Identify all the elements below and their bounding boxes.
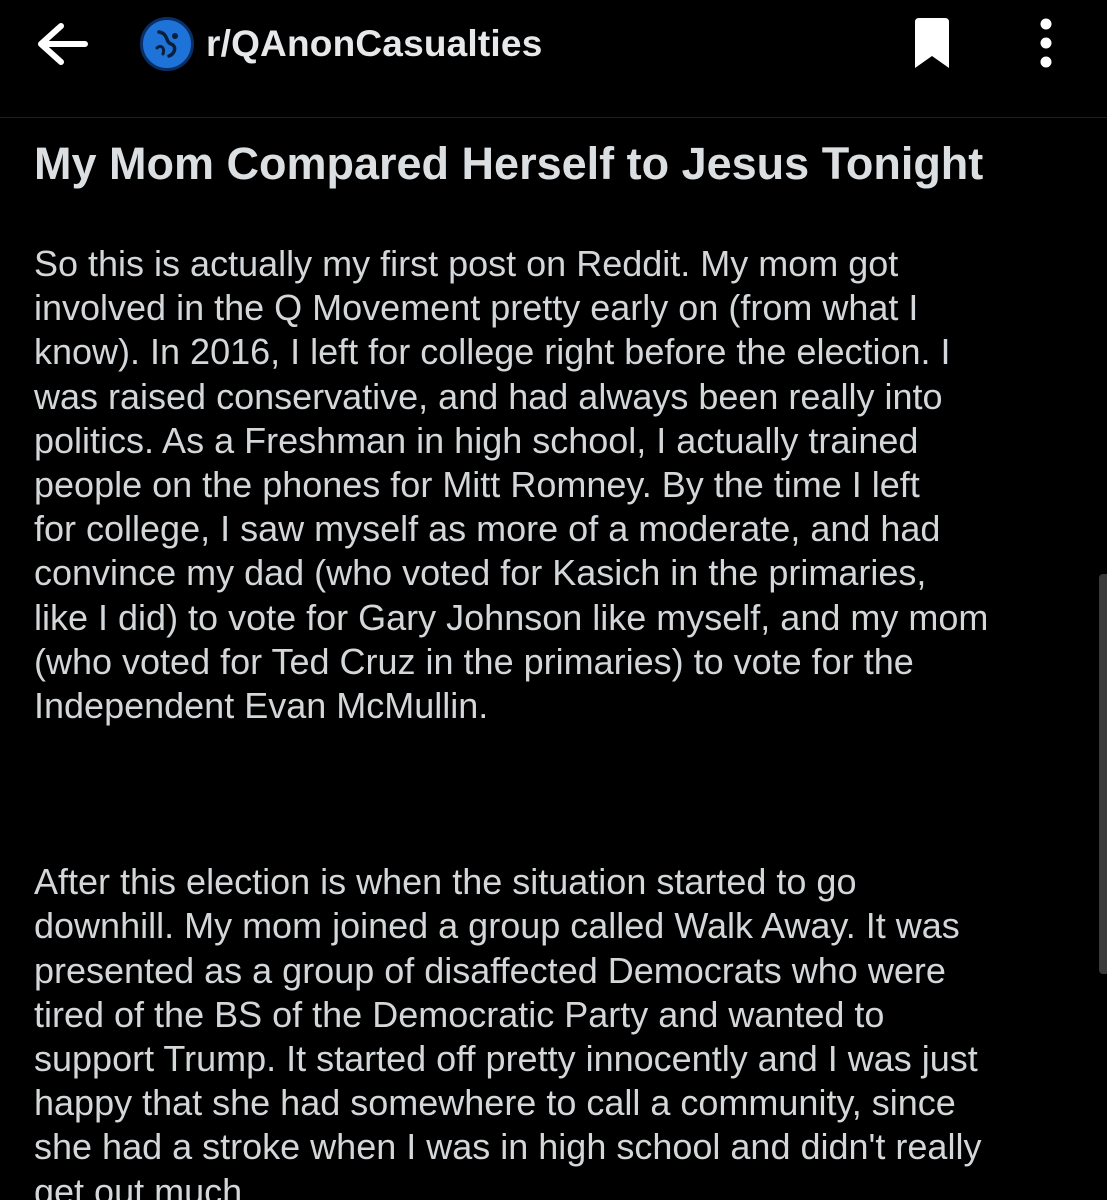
body-line: Independent Evan McMullin. [34,685,489,727]
more-options-button[interactable] [1016,10,1076,76]
post-paragraph-1: So this is actually my first post on Red… [34,242,1084,728]
subreddit-link[interactable]: r/QAnonCasualties [140,16,542,72]
body-line: downhill. My mom joined a group called W… [34,905,960,947]
body-line: know). In 2016, I left for college right… [34,331,951,373]
scrollbar-thumb[interactable] [1099,574,1107,974]
body-line: get out much. [34,1170,253,1200]
body-line: people on the phones for Mitt Romney. By… [34,464,920,506]
top-app-bar: r/QAnonCasualties [0,0,1107,118]
subreddit-name: r/QAnonCasualties [206,23,543,64]
body-line: tired of the BS of the Democratic Party … [34,993,885,1035]
bookmark-icon [915,18,949,68]
post-paragraph-2: After this election is when the situatio… [34,860,1084,1200]
body-line: convince my dad (who voted for Kasich in… [34,552,927,594]
body-line: support Trump. It started off pretty inn… [34,1038,978,1080]
save-post-button[interactable] [900,10,964,76]
body-line: she had a stroke when I was in high scho… [34,1126,982,1168]
body-line: After this election is when the situatio… [34,861,857,903]
body-line: politics. As a Freshman in high school, … [34,419,919,461]
body-line: happy that she had somewhere to call a c… [34,1082,956,1124]
body-line: for college, I saw myself as more of a m… [34,508,941,550]
body-line: like I did) to vote for Gary Johnson lik… [34,596,989,638]
body-line: was raised conservative, and had always … [34,375,943,417]
post-title: My Mom Compared Herself to Jesus Tonight [34,138,984,189]
body-line: (who voted for Ted Cruz in the primaries… [34,640,914,682]
arrow-left-icon [38,23,88,65]
post-body: So this is actually my first post on Red… [34,242,1084,1200]
subreddit-avatar [140,17,194,71]
body-line: presented as a group of disaffected Demo… [34,949,946,991]
back-button[interactable] [30,14,96,74]
community-logo-icon [155,30,178,58]
more-vertical-icon [1040,18,1052,68]
body-line: involved in the Q Movement pretty early … [34,287,919,329]
body-line: So this is actually my first post on Red… [34,243,899,284]
